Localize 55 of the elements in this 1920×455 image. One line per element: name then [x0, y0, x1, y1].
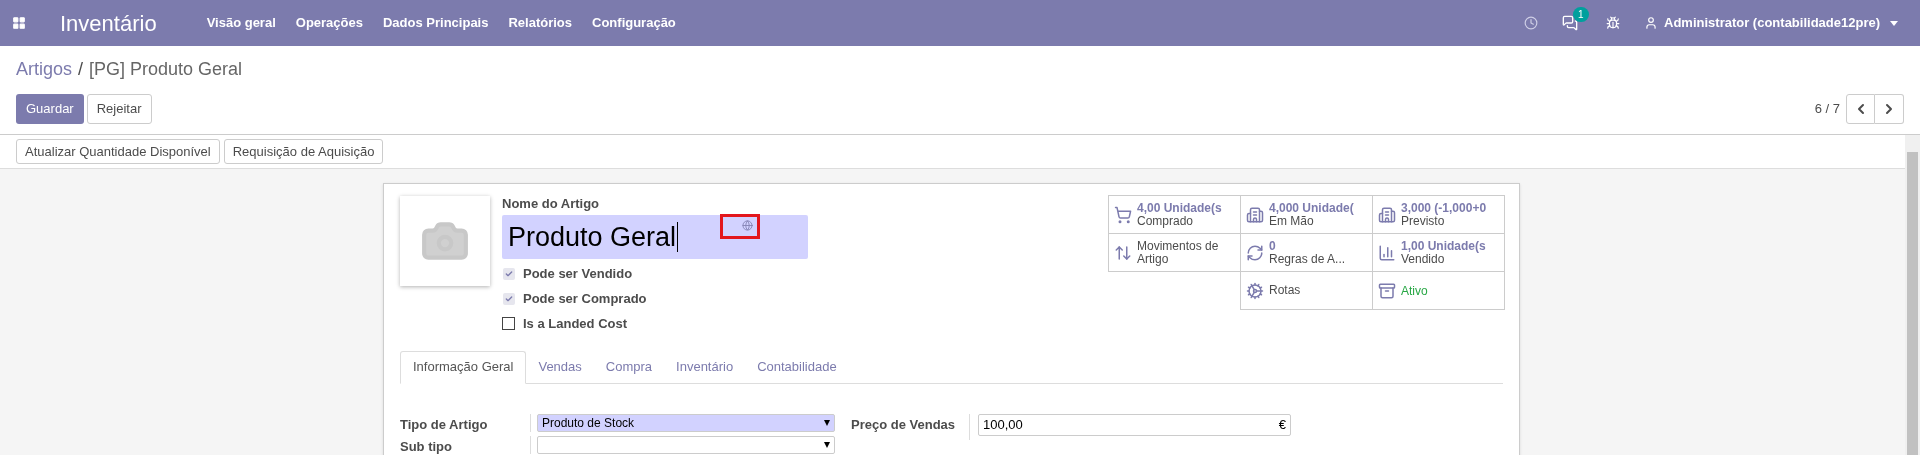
- field-label: Preço de Vendas: [851, 415, 957, 434]
- stat-button[interactable]: 4,00 Unidade(s Comprado: [1108, 195, 1241, 234]
- field-label: Nome do Artigo: [502, 195, 600, 213]
- checkbox-label: Is a Landed Cost: [523, 314, 628, 333]
- field-label: Sub tipo: [400, 437, 453, 455]
- globe-icon[interactable]: [742, 219, 753, 231]
- menu-item[interactable]: Operações: [295, 13, 363, 33]
- building-icon: [1246, 205, 1264, 224]
- tab[interactable]: Contabilidade: [745, 350, 849, 384]
- refresh-icon: [1246, 243, 1264, 262]
- menu-item[interactable]: Visão geral: [206, 13, 276, 33]
- checkbox[interactable]: [503, 267, 515, 280]
- tab[interactable]: Informação Geral: [400, 350, 527, 384]
- field-label: Tipo de Artigo: [400, 415, 489, 434]
- pager-counter: 6 / 7: [1814, 100, 1840, 119]
- stat-button[interactable]: Movimentos de Artigo: [1108, 233, 1241, 272]
- breadcrumb-link[interactable]: Artigos: [16, 56, 73, 80]
- scrollbar[interactable]: [1905, 135, 1920, 455]
- tab[interactable]: Compra: [593, 350, 665, 384]
- checkbox-label: Pode ser Vendido: [523, 264, 633, 283]
- checkbox[interactable]: [503, 292, 515, 305]
- previous-button[interactable]: [1846, 94, 1875, 124]
- menu-item[interactable]: Relatórios: [508, 13, 573, 33]
- name-input[interactable]: Produto Geral: [502, 214, 808, 259]
- tab[interactable]: Inventário: [664, 350, 746, 384]
- user-icon: [1644, 16, 1658, 30]
- bar-chart-icon: [1378, 243, 1396, 262]
- breadcrumb-current: [PG] Produto Geral: [89, 58, 243, 80]
- menu-item[interactable]: Configuração: [592, 13, 676, 33]
- cart-icon: [1114, 205, 1132, 224]
- clock-icon[interactable]: [1524, 16, 1538, 30]
- select-field[interactable]: [530, 435, 835, 454]
- highlight-frame: [720, 213, 760, 239]
- chat-icon[interactable]: [1562, 15, 1578, 31]
- price-input[interactable]: 100,00 €: [978, 413, 1291, 436]
- action-button[interactable]: Requisição de Aquisição: [223, 139, 384, 164]
- discard-button[interactable]: Rejeitar: [86, 94, 152, 124]
- building-icon: [1378, 205, 1396, 224]
- checkbox-label: Pode ser Comprado: [523, 289, 647, 308]
- stat-button[interactable]: Rotas: [1240, 271, 1373, 310]
- user-menu[interactable]: Administrator (contabilidade12pre): [1644, 13, 1898, 33]
- next-button[interactable]: [1875, 94, 1904, 124]
- checkbox[interactable]: [502, 317, 515, 330]
- app-title: Inventário: [60, 9, 157, 38]
- save-button[interactable]: Guardar: [16, 94, 84, 124]
- archive-box-icon: [1378, 281, 1396, 300]
- menu-item[interactable]: Dados Principais: [382, 13, 489, 33]
- breadcrumb-separator: /: [78, 58, 84, 80]
- action-button[interactable]: Atualizar Quantidade Disponível: [16, 139, 220, 164]
- notification-badge: 1: [1573, 7, 1589, 22]
- bug-icon[interactable]: [1606, 16, 1620, 30]
- tab[interactable]: Vendas: [526, 350, 594, 384]
- apps-menu-icon[interactable]: [12, 16, 26, 30]
- stat-button[interactable]: 3,000 (-1,000+0 Previsto: [1372, 195, 1505, 234]
- up-down-arrow-icon: [1114, 243, 1132, 262]
